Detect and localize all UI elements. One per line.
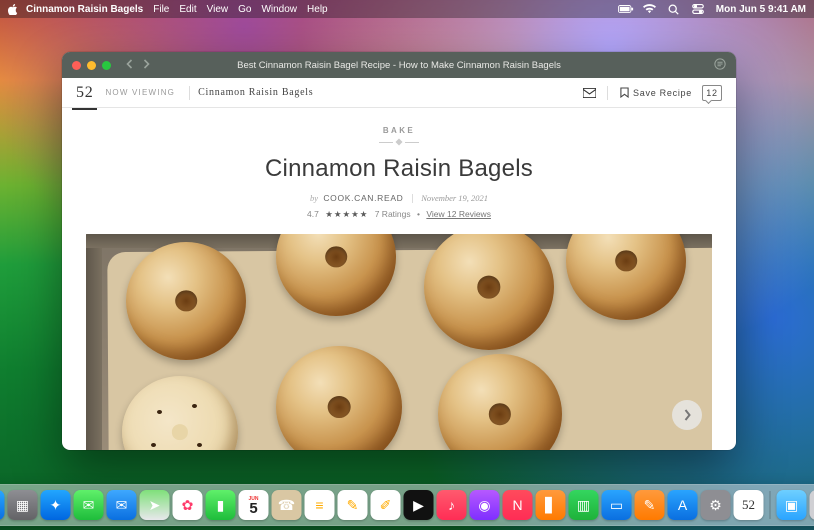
wifi-icon[interactable] bbox=[642, 4, 658, 14]
ratings-row: 4.7 ★★★★★ 7 Ratings • View 12 Reviews bbox=[62, 209, 736, 220]
back-button[interactable] bbox=[125, 59, 134, 72]
minimize-button[interactable] bbox=[87, 61, 96, 70]
dock-tv-icon[interactable]: ▶ bbox=[404, 490, 434, 520]
chevron-right-icon bbox=[683, 409, 692, 421]
menu-view[interactable]: View bbox=[207, 4, 229, 15]
bullet: • bbox=[417, 209, 420, 219]
view-reviews-link[interactable]: View 12 Reviews bbox=[426, 209, 491, 219]
reader-mode-icon[interactable] bbox=[714, 58, 726, 73]
site-header: 52 NOW VIEWING Cinnamon Raisin Bagels Sa… bbox=[62, 78, 736, 108]
rating-value: 4.7 bbox=[307, 209, 319, 219]
separator-ornament bbox=[379, 139, 419, 145]
save-recipe-button[interactable]: Save Recipe bbox=[620, 87, 692, 98]
recipe-category[interactable]: BAKE bbox=[62, 126, 736, 135]
window-controls bbox=[72, 61, 111, 70]
dock-pages-icon[interactable]: ✎ bbox=[635, 490, 665, 520]
dock-mail-icon[interactable]: ✉ bbox=[107, 490, 137, 520]
dock-finder-icon[interactable]: ☺ bbox=[0, 490, 5, 520]
hero-photo bbox=[86, 234, 712, 450]
dock-numbers-icon[interactable]: ▥ bbox=[569, 490, 599, 520]
menubar: Cinnamon Raisin Bagels File Edit View Go… bbox=[0, 0, 814, 18]
menubar-app-name[interactable]: Cinnamon Raisin Bagels bbox=[26, 4, 143, 15]
maximize-button[interactable] bbox=[102, 61, 111, 70]
dock-trash-icon[interactable]: 🗑 bbox=[810, 490, 814, 520]
recipe-article: BAKE Cinnamon Raisin Bagels by COOK.CAN.… bbox=[62, 108, 736, 450]
comment-count[interactable]: 12 bbox=[702, 85, 722, 101]
site-logo[interactable]: 52 bbox=[76, 84, 93, 102]
window-title: Best Cinnamon Raisin Bagel Recipe - How … bbox=[237, 60, 561, 71]
dock-books-icon[interactable]: ▋ bbox=[536, 490, 566, 520]
dock-calendar-icon[interactable]: JUN5 bbox=[239, 490, 269, 520]
dock-reminders-icon[interactable]: ≡ bbox=[305, 490, 335, 520]
recipe-title: Cinnamon Raisin Bagels bbox=[62, 155, 736, 183]
dock-facetime-icon[interactable]: ▮ bbox=[206, 490, 236, 520]
dock-launchpad-icon[interactable]: ▦ bbox=[8, 490, 38, 520]
dock-notes-icon[interactable]: ✎ bbox=[338, 490, 368, 520]
dock-photos-icon[interactable]: ✿ bbox=[173, 490, 203, 520]
menu-window[interactable]: Window bbox=[261, 4, 297, 15]
battery-icon[interactable] bbox=[618, 5, 634, 14]
now-viewing-label: NOW VIEWING bbox=[105, 88, 175, 97]
publish-date: November 19, 2021 bbox=[421, 193, 488, 203]
author-link[interactable]: COOK.CAN.READ bbox=[323, 193, 403, 203]
dock-freeform-icon[interactable]: ✐ bbox=[371, 490, 401, 520]
dock-folder-icon[interactable]: ▣ bbox=[777, 490, 807, 520]
dock: ☺▦✦✉✉➤✿▮JUN5☎≡✎✐▶♪◉N▋▥▭✎A⚙52▣🗑 bbox=[0, 484, 814, 526]
dock-news-icon[interactable]: N bbox=[503, 490, 533, 520]
menubar-clock[interactable]: Mon Jun 5 9:41 AM bbox=[716, 4, 806, 15]
save-recipe-label: Save Recipe bbox=[633, 88, 692, 98]
menu-file[interactable]: File bbox=[153, 4, 169, 15]
dock-separator bbox=[770, 491, 771, 519]
bookmark-icon bbox=[620, 87, 629, 98]
divider bbox=[607, 86, 608, 100]
by-label: by bbox=[310, 193, 318, 203]
dock-safari-icon[interactable]: ✦ bbox=[41, 490, 71, 520]
dock-music-icon[interactable]: ♪ bbox=[437, 490, 467, 520]
safari-titlebar[interactable]: Best Cinnamon Raisin Bagel Recipe - How … bbox=[62, 52, 736, 78]
byline: by COOK.CAN.READ November 19, 2021 bbox=[62, 193, 736, 203]
safari-window: Best Cinnamon Raisin Bagel Recipe - How … bbox=[62, 52, 736, 450]
breadcrumb[interactable]: Cinnamon Raisin Bagels bbox=[198, 87, 313, 98]
divider bbox=[412, 194, 413, 203]
menu-go[interactable]: Go bbox=[238, 4, 251, 15]
dock-messages-icon[interactable]: ✉ bbox=[74, 490, 104, 520]
dock-maps-icon[interactable]: ➤ bbox=[140, 490, 170, 520]
dock-contacts-icon[interactable]: ☎ bbox=[272, 490, 302, 520]
rating-stars-icon: ★★★★★ bbox=[325, 209, 368, 219]
dock-food52-icon[interactable]: 52 bbox=[734, 490, 764, 520]
email-icon[interactable] bbox=[579, 88, 599, 98]
control-center-icon[interactable] bbox=[690, 4, 706, 14]
spotlight-icon[interactable] bbox=[666, 4, 682, 15]
dock-keynote-icon[interactable]: ▭ bbox=[602, 490, 632, 520]
menu-help[interactable]: Help bbox=[307, 4, 328, 15]
close-button[interactable] bbox=[72, 61, 81, 70]
dock-podcasts-icon[interactable]: ◉ bbox=[470, 490, 500, 520]
menu-edit[interactable]: Edit bbox=[179, 4, 196, 15]
dock-settings-icon[interactable]: ⚙ bbox=[701, 490, 731, 520]
dock-appstore-icon[interactable]: A bbox=[668, 490, 698, 520]
apple-menu-icon[interactable] bbox=[8, 3, 20, 15]
divider bbox=[189, 86, 190, 100]
forward-button[interactable] bbox=[142, 59, 151, 72]
ratings-count[interactable]: 7 Ratings bbox=[375, 209, 411, 219]
